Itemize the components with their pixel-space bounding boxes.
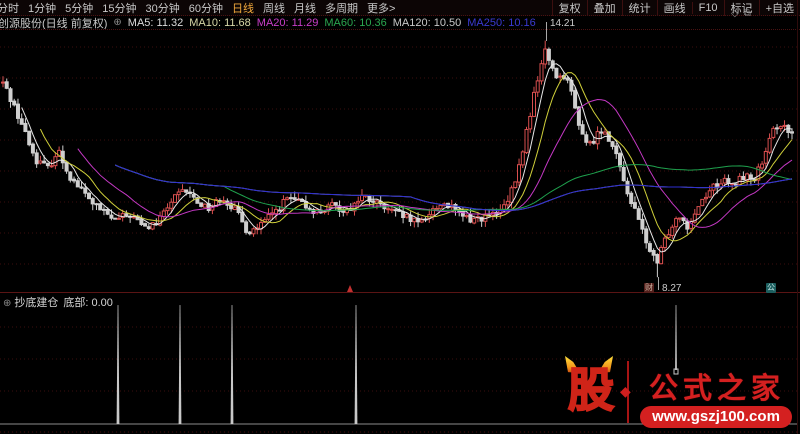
window-layout-icon[interactable]: ⧉: [744, 8, 756, 19]
stock-label: 创源股份(日线 前复权): [0, 17, 108, 30]
period-tab[interactable]: 周线: [263, 0, 285, 16]
period-tab[interactable]: 分时: [0, 0, 19, 16]
period-toolbar: 分时 1分钟 5分钟 15分钟 30分钟 60分钟 日线 周线 月线 多周期 更多> 复权 叠加 统计画…: [0, 0, 800, 16]
stock-app-window: 分时 1分钟 5分钟 15分钟 30分钟 60分钟 日线 周线 月线 多周期 更多> 复权 叠加 统计画…: [0, 0, 800, 434]
logo-diamond-icon: ◆: [620, 383, 631, 399]
toolbar-button[interactable]: +自选: [758, 0, 800, 16]
toolbar-actions: 复权 叠加 统计 画线 F10 标记 +自选: [551, 0, 800, 16]
ma-value-list: MA5: 11.32 MA10: 11.68 MA20: 11.29 MA60: 10…: [128, 17, 542, 29]
ma-legend-item: MA20: 11.29: [256, 16, 319, 29]
period-tabs: 分时 1分钟 5分钟 15分钟 30分钟 60分钟 日线 周线 月线 多周期 更多>: [0, 0, 395, 16]
period-tab[interactable]: 15分钟: [102, 0, 136, 16]
period-tab[interactable]: 多周期: [325, 0, 358, 16]
period-tab[interactable]: 更多>: [367, 0, 395, 16]
toolbar-button[interactable]: F10: [691, 1, 724, 14]
period-tab[interactable]: 30分钟: [146, 0, 180, 16]
period-tab[interactable]: 日线: [232, 0, 254, 16]
event-badge[interactable]: 公: [766, 283, 776, 293]
toolbar-button[interactable]: 叠加: [586, 0, 622, 16]
ma-legend-item: MA120: 10.50: [392, 16, 462, 29]
event-badge[interactable]: 财: [644, 283, 654, 293]
toolbar-button[interactable]: 复权: [551, 0, 587, 16]
indicator-title: 抄底建仓: [14, 297, 59, 309]
period-tab[interactable]: 60分钟: [189, 0, 223, 16]
annotation-text: 14.21: [550, 18, 576, 29]
settings-icon[interactable]: ⊕: [113, 17, 121, 28]
candlestick-canvas[interactable]: [0, 30, 800, 292]
event-marker-icon[interactable]: [347, 285, 353, 292]
diamond-icon[interactable]: ◇: [731, 8, 744, 19]
indicator-label: ⊕ 抄底建仓 底部: 0.00: [3, 294, 113, 310]
indicator-value: 底部: 0.00: [63, 297, 113, 309]
main-price-chart[interactable]: 14.21 8.27: [0, 18, 800, 294]
period-tab[interactable]: 月线: [294, 0, 316, 16]
chart-corner-icons: ◇⧉: [731, 8, 756, 19]
ma-legend-item: MA10: 11.68: [189, 16, 251, 29]
toolbar-button[interactable]: 统计: [621, 0, 657, 16]
high-price-annotation: 14.21: [546, 18, 587, 41]
period-tab[interactable]: 1分钟: [28, 0, 56, 16]
brand-name: 公式之家: [648, 373, 785, 405]
low-price-annotation: 8.27: [658, 277, 699, 294]
ma-legend-item: MA250: 10.16: [467, 16, 536, 29]
ma-legend-item: MA60: 10.36: [324, 16, 387, 29]
brand-url: www.gszj100.com: [640, 406, 792, 428]
toolbar-button[interactable]: 画线: [656, 0, 692, 16]
ma-legend-item: MA5: 11.32: [127, 16, 184, 29]
window-right-border: [797, 0, 798, 434]
logo-character: 股: [567, 364, 615, 417]
settings-icon[interactable]: ⊕: [3, 298, 11, 309]
watermark-logo: 股 ◆ 公式之家 www.gszj100.com: [558, 355, 796, 432]
chart-info-bar: 创源股份(日线 前复权) ⊕ MA5: 11.32 MA10: 11.68 MA20…: [0, 16, 800, 30]
period-tab[interactable]: 5分钟: [65, 0, 93, 16]
